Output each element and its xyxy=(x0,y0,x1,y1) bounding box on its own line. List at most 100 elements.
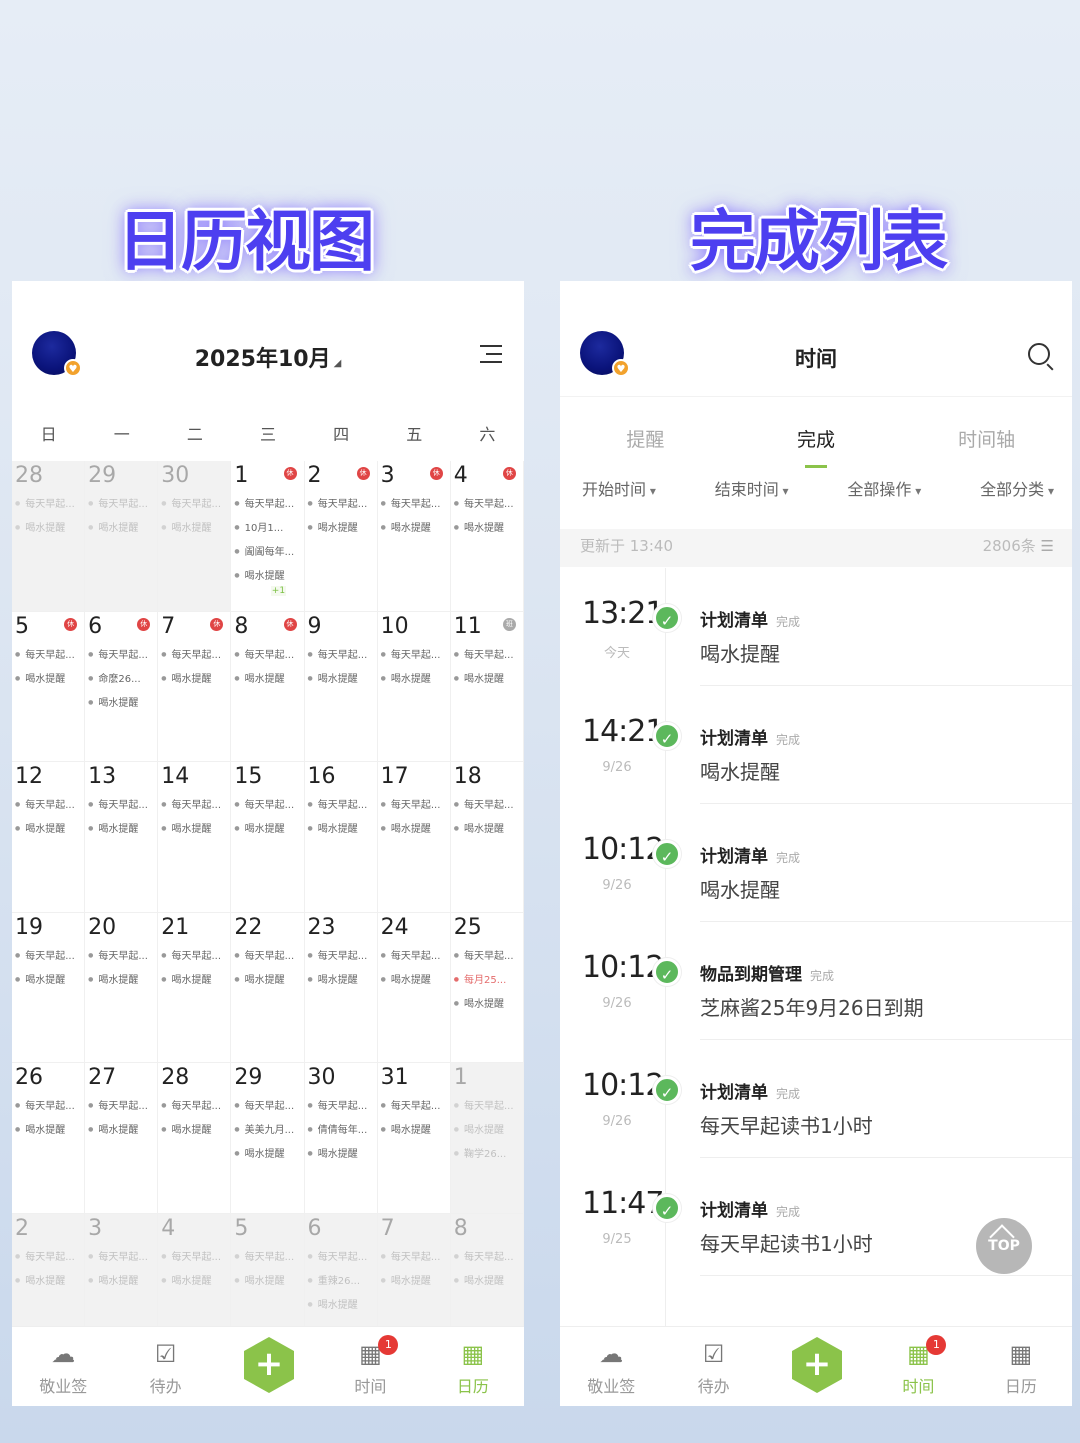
done-item[interactable]: 10:12 9/26 ✓ 计划清单 完成 每天早起读书1小时 xyxy=(560,1040,1072,1158)
done-category: 计划清单 完成 xyxy=(700,1078,800,1103)
calendar-event: 喝水提醒 xyxy=(85,696,157,711)
day-number: 14 xyxy=(161,764,190,789)
calendar-day-cell[interactable]: 23 每天早起... 喝水提醒 xyxy=(304,912,378,1063)
done-title: 芝麻酱25年9月26日到期 xyxy=(700,996,924,1020)
calendar-day-cell[interactable]: 31 每天早起... 喝水提醒 xyxy=(377,1063,451,1214)
calendar-day-cell[interactable]: 30 每天早起... 倩倩每年... 喝水提醒 xyxy=(304,1063,378,1214)
calendar-day-cell[interactable]: 10 每天早起... 喝水提醒 xyxy=(377,611,451,762)
more-events-indicator[interactable]: +1 xyxy=(271,586,286,596)
calendar-event: 喝水提醒 xyxy=(85,1123,157,1138)
calendar-day-cell[interactable]: 14 每天早起... 喝水提醒 xyxy=(158,762,232,913)
tab-calendar-clock[interactable]: ▦ 时间 1 xyxy=(319,1327,421,1406)
filter-category[interactable]: 全部分类 xyxy=(980,476,1054,516)
calendar-day-cell[interactable]: 7休每天早起...喝水提醒 xyxy=(158,611,232,762)
calendar-day-cell[interactable]: 1休每天早起...10月1...阖阖每年...喝水提醒+1 xyxy=(231,461,305,612)
tab-add[interactable]: + xyxy=(765,1327,867,1406)
done-category: 计划清单 完成 xyxy=(700,606,800,631)
add-icon[interactable]: + xyxy=(244,1337,295,1393)
done-item[interactable]: 13:21 今天 ✓ 计划清单 完成 喝水提醒 xyxy=(560,568,1072,686)
calendar-event: 每天早起... xyxy=(12,497,84,512)
calendar-day-cell[interactable]: 2休每天早起...喝水提醒 xyxy=(304,461,378,612)
tab-cloud-pen[interactable]: ☁ 敬业签 xyxy=(560,1327,662,1406)
tab-done[interactable]: 完成 xyxy=(731,397,902,468)
done-item[interactable]: 10:12 9/26 ✓ 物品到期管理 完成 芝麻酱25年9月26日到期 xyxy=(560,922,1072,1040)
calendar-day-cell[interactable]: 15 每天早起... 喝水提醒 xyxy=(231,762,305,913)
calendar-event: 每天早起... xyxy=(158,798,230,813)
tab-checklist[interactable]: ☑ 待办 xyxy=(114,1327,216,1406)
month-selector[interactable]: 2025年10月 ◢ xyxy=(12,341,524,373)
calendar-day-cell[interactable]: 24 每天早起... 喝水提醒 xyxy=(377,912,451,1063)
menu-icon[interactable] xyxy=(480,345,502,363)
done-item[interactable]: 10:12 9/26 ✓ 计划清单 完成 喝水提醒 xyxy=(560,804,1072,922)
tab-timeline[interactable]: 时间轴 xyxy=(901,397,1072,466)
record-count[interactable]: 2806条 xyxy=(983,529,1054,563)
calendar-day-cell[interactable]: 28 每天早起... 喝水提醒 xyxy=(158,1063,232,1214)
status-label: 完成 xyxy=(810,969,835,983)
tab-reminders[interactable]: 提醒 xyxy=(560,397,731,466)
calendar-day-cell[interactable]: 28 每天早起... 喝水提醒 xyxy=(12,461,86,612)
tab-calendar-clock[interactable]: ▦ 时间 1 xyxy=(867,1327,969,1406)
tab-calendar[interactable]: ▦ 日历 xyxy=(422,1327,524,1406)
calendar-day-cell[interactable]: 27 每天早起... 喝水提醒 xyxy=(85,1063,159,1214)
calendar-day-cell[interactable]: 25 每天早起... 每月25... 喝水提醒 xyxy=(450,912,524,1063)
calendar-day-cell[interactable]: 1 每天早起... 喝水提醒鞠学26... xyxy=(450,1063,524,1214)
calendar-day-cell[interactable]: 26 每天早起... 喝水提醒 xyxy=(12,1063,86,1214)
done-list-screen: ♥ 时间 提醒 完成 时间轴 开始时间 结束时间 全部操作 全部分类 更新于 1… xyxy=(560,281,1072,1406)
done-category: 物品到期管理 完成 xyxy=(700,960,834,985)
calendar-event: 每天早起... xyxy=(378,1250,450,1265)
calendar-event: 喝水提醒 xyxy=(12,672,84,687)
calendar-event: 每月25... xyxy=(451,973,523,988)
calendar-day-cell[interactable]: 3休每天早起...喝水提醒 xyxy=(377,461,451,612)
calendar-day-cell[interactable]: 29 每天早起... 喝水提醒 xyxy=(85,461,159,612)
calendar-screen: ♥ 2025年10月◢ 日 一 二 三 四 五 六 28每天早起...喝水提醒2… xyxy=(12,281,524,1406)
calendar-day-cell[interactable]: 18 每天早起... 喝水提醒 xyxy=(450,762,524,913)
calendar-day-cell[interactable]: 17 每天早起... 喝水提醒 xyxy=(377,762,451,913)
filter-operation[interactable]: 全部操作 xyxy=(847,476,921,516)
calendar-day-cell[interactable]: 13 每天早起... 喝水提醒 xyxy=(85,762,159,913)
calendar-day-cell[interactable]: 21 每天早起... 喝水提醒 xyxy=(158,912,232,1063)
calendar-day-cell[interactable]: 8休每天早起...喝水提醒 xyxy=(231,611,305,762)
calendar-event: 喝水提醒 xyxy=(85,521,157,536)
status-label: 完成 xyxy=(776,851,801,865)
calendar-day-cell[interactable]: 20 每天早起... 喝水提醒 xyxy=(85,912,159,1063)
tab-cloud-pen[interactable]: ☁ 敬业签 xyxy=(12,1327,114,1406)
day-number: 17 xyxy=(380,764,409,789)
calendar-day-cell[interactable]: 4休每天早起...喝水提醒 xyxy=(450,461,524,612)
day-number: 7 xyxy=(380,1215,395,1241)
calendar-day-cell[interactable]: 22 每天早起... 喝水提醒 xyxy=(231,912,305,1063)
done-title: 喝水提醒 xyxy=(700,642,780,666)
calendar-day-cell[interactable]: 19 每天早起... 喝水提醒 xyxy=(12,912,86,1063)
calendar-day-cell[interactable]: 29 每天早起... 美美九月... 喝水提醒 xyxy=(231,1063,305,1214)
calendar-event: 每天早起... xyxy=(305,798,377,813)
calendar-day-cell[interactable]: 6休每天早起...命麽26...喝水提醒 xyxy=(85,611,159,762)
calendar-day-cell[interactable]: 5休每天早起...喝水提醒 xyxy=(12,611,86,762)
calendar-day-cell[interactable]: 11班每天早起...喝水提醒 xyxy=(450,611,524,762)
calendar-event: 每天早起... xyxy=(85,949,157,964)
tab-label: 敬业签 xyxy=(587,1377,636,1396)
search-icon[interactable] xyxy=(1028,343,1050,365)
tab-checklist[interactable]: ☑ 待办 xyxy=(662,1327,764,1406)
holiday-badge: 休 xyxy=(283,617,297,631)
calendar-event: 10月1... xyxy=(231,521,303,536)
day-number: 16 xyxy=(307,764,336,789)
bottom-tab-bar: ☁ 敬业签 ☑ 待办 + ▦ 时间 1 ▦ 日历 xyxy=(560,1326,1072,1406)
calendar-event: 每天早起... xyxy=(12,1099,84,1114)
add-icon[interactable]: + xyxy=(792,1337,843,1393)
weekday-label: 三 xyxy=(259,425,276,444)
tab-label: 日历 xyxy=(456,1377,489,1396)
calendar-day-cell[interactable]: 30 每天早起... 喝水提醒 xyxy=(158,461,232,612)
done-item[interactable]: 14:21 9/26 ✓ 计划清单 完成 喝水提醒 xyxy=(560,686,1072,804)
calendar-day-cell[interactable]: 12 每天早起... 喝水提醒 xyxy=(12,762,86,913)
tab-add[interactable]: + xyxy=(217,1327,319,1406)
day-number: 3 xyxy=(88,1215,103,1241)
calendar-day-cell[interactable]: 16 每天早起... 喝水提醒 xyxy=(304,762,378,913)
tab-calendar[interactable]: ▦ 日历 xyxy=(970,1327,1072,1406)
done-time: 10:12 xyxy=(582,832,664,867)
calendar-event: 每天早起... xyxy=(158,497,230,512)
done-title: 每天早起读书1小时 xyxy=(700,1232,873,1256)
calendar-day-cell[interactable]: 9 每天早起... 喝水提醒 xyxy=(304,611,378,762)
day-number: 20 xyxy=(88,914,117,940)
back-to-top-button[interactable]: TOP xyxy=(976,1218,1032,1274)
filter-end-time[interactable]: 结束时间 xyxy=(715,476,789,516)
filter-start-time[interactable]: 开始时间 xyxy=(582,476,656,516)
